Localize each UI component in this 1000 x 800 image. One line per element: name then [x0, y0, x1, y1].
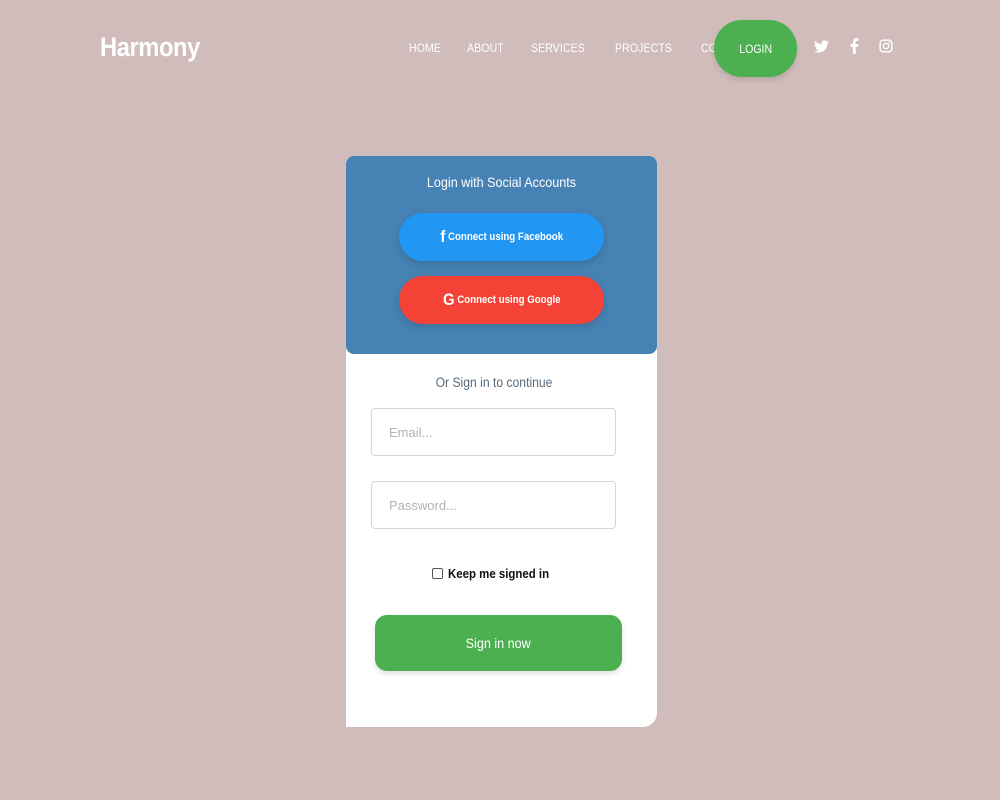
twitter-icon[interactable] — [812, 37, 830, 55]
instagram-icon[interactable] — [877, 37, 895, 55]
login-button[interactable]: LOGIN — [714, 20, 797, 77]
social-login-title: Login with Social Accounts — [426, 174, 577, 190]
connect-google-label: Connect using Google — [457, 294, 561, 306]
facebook-icon: f — [440, 227, 446, 246]
nav-link-home[interactable]: HOME — [409, 41, 441, 55]
signin-divider-text: Or Sign in to continue — [435, 375, 553, 390]
connect-google-button[interactable]: G Connect using Google — [399, 276, 604, 324]
connect-facebook-label: Connect using Facebook — [447, 231, 563, 243]
login-card: Login with Social Accounts f Connect usi… — [346, 156, 657, 727]
password-field[interactable] — [371, 481, 616, 529]
sign-in-button-label: Sign in now — [465, 635, 532, 651]
login-button-label: LOGIN — [739, 41, 772, 56]
brand-logo[interactable]: Harmony — [100, 32, 200, 63]
email-field[interactable] — [371, 408, 616, 456]
sign-in-button[interactable]: Sign in now — [375, 615, 622, 671]
nav-link-about[interactable]: ABOUT — [467, 41, 504, 55]
social-login-panel: Login with Social Accounts f Connect usi… — [346, 156, 657, 354]
remember-me-label: Keep me signed in — [448, 566, 550, 581]
google-icon: G — [442, 290, 455, 309]
nav-link-projects[interactable]: PROJECTS — [615, 41, 672, 55]
connect-facebook-button[interactable]: f Connect using Facebook — [399, 213, 604, 261]
remember-me-row[interactable]: Keep me signed in — [432, 566, 563, 581]
nav-link-services[interactable]: SERVICES — [531, 41, 585, 55]
navbar: Harmony HOME ABOUT SERVICES PROJECTS CON… — [0, 0, 1000, 100]
remember-me-checkbox[interactable] — [432, 568, 443, 579]
facebook-icon[interactable] — [845, 37, 863, 55]
